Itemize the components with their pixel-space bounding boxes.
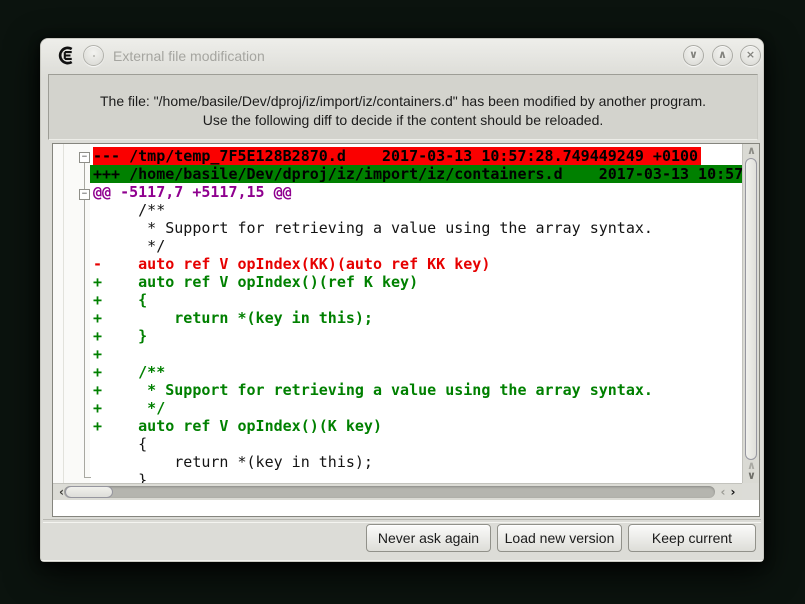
minimize-button[interactable]: ∨: [683, 45, 704, 66]
diff-viewer: − − --- /tmp/temp_7F5E128B2870.d 2017-03…: [52, 143, 760, 517]
diff-line: * Support for retrieving a value using t…: [90, 219, 744, 237]
diff-line: +++ /home/basile/Dev/dproj/iz/import/iz/…: [90, 165, 744, 183]
chevron-down-icon: ∨: [689, 48, 698, 61]
scroll-up-icon[interactable]: ∧: [743, 145, 760, 157]
horizontal-scrollbar-thumb[interactable]: [65, 486, 113, 498]
vertical-scrollbar[interactable]: ∧ ∧ ∨: [742, 144, 759, 483]
maximize-button[interactable]: ∧: [712, 45, 733, 66]
fold-gutter: − −: [53, 144, 90, 483]
diff-line: +: [90, 345, 744, 363]
footer-divider: [43, 519, 761, 523]
diff-line: + return *(key in this);: [90, 309, 744, 327]
close-button[interactable]: ×: [740, 45, 761, 66]
diff-line: + * Support for retrieving a value using…: [90, 381, 744, 399]
diff-line: {: [90, 435, 744, 453]
window-title: External file modification: [113, 39, 265, 73]
diff-line: + {: [90, 291, 744, 309]
diff-line: - auto ref V opIndex(KK)(auto ref KK key…: [90, 255, 744, 273]
chevron-up-icon: ∧: [718, 48, 727, 61]
never-ask-again-button[interactable]: Never ask again: [366, 524, 491, 552]
diff-line: + }: [90, 327, 744, 345]
diff-line: @@ -5117,7 +5117,15 @@: [90, 183, 744, 201]
diff-line: + */: [90, 399, 744, 417]
gutter-separator: [63, 144, 64, 483]
horizontal-scrollbar-track[interactable]: [64, 486, 715, 498]
close-icon: ×: [746, 48, 755, 61]
fold-collapse-icon[interactable]: −: [79, 189, 90, 200]
scroll-right-icon[interactable]: ›: [727, 486, 739, 498]
diff-line: + auto ref V opIndex()(ref K key): [90, 273, 744, 291]
titlebar[interactable]: External file modification ∨ ∧ ×: [41, 39, 763, 73]
app-logo-icon: [57, 46, 76, 65]
fold-line: [84, 200, 85, 478]
message-line-2: Use the following diff to decide if the …: [49, 111, 757, 130]
scroll-down-icon[interactable]: ∨: [743, 470, 760, 482]
diff-line: return *(key in this);: [90, 453, 744, 471]
fold-line: [84, 163, 85, 189]
diff-line: */: [90, 237, 744, 255]
diff-lines: --- /tmp/temp_7F5E128B2870.d 2017-03-13 …: [90, 144, 744, 483]
diff-line: + auto ref V opIndex()(K key): [90, 417, 744, 435]
fold-collapse-icon[interactable]: −: [79, 152, 90, 163]
diff-line: --- /tmp/temp_7F5E128B2870.d 2017-03-13 …: [90, 147, 744, 165]
diff-line: + /**: [90, 363, 744, 381]
message-panel: The file: "/home/basile/Dev/dproj/iz/imp…: [48, 74, 758, 140]
horizontal-scrollbar[interactable]: ‹ ‹ ›: [53, 483, 744, 500]
vertical-scrollbar-thumb[interactable]: [745, 158, 757, 460]
diff-line: /**: [90, 201, 744, 219]
load-new-version-button[interactable]: Load new version: [497, 524, 622, 552]
scrollbar-corner: [742, 483, 759, 500]
external-file-modification-dialog: External file modification ∨ ∧ × The fil…: [40, 38, 764, 562]
window-menu-button[interactable]: [83, 45, 104, 66]
diff-line: }: [90, 471, 744, 483]
message-line-1: The file: "/home/basile/Dev/dproj/iz/imp…: [49, 92, 757, 111]
keep-current-button[interactable]: Keep current: [628, 524, 756, 552]
